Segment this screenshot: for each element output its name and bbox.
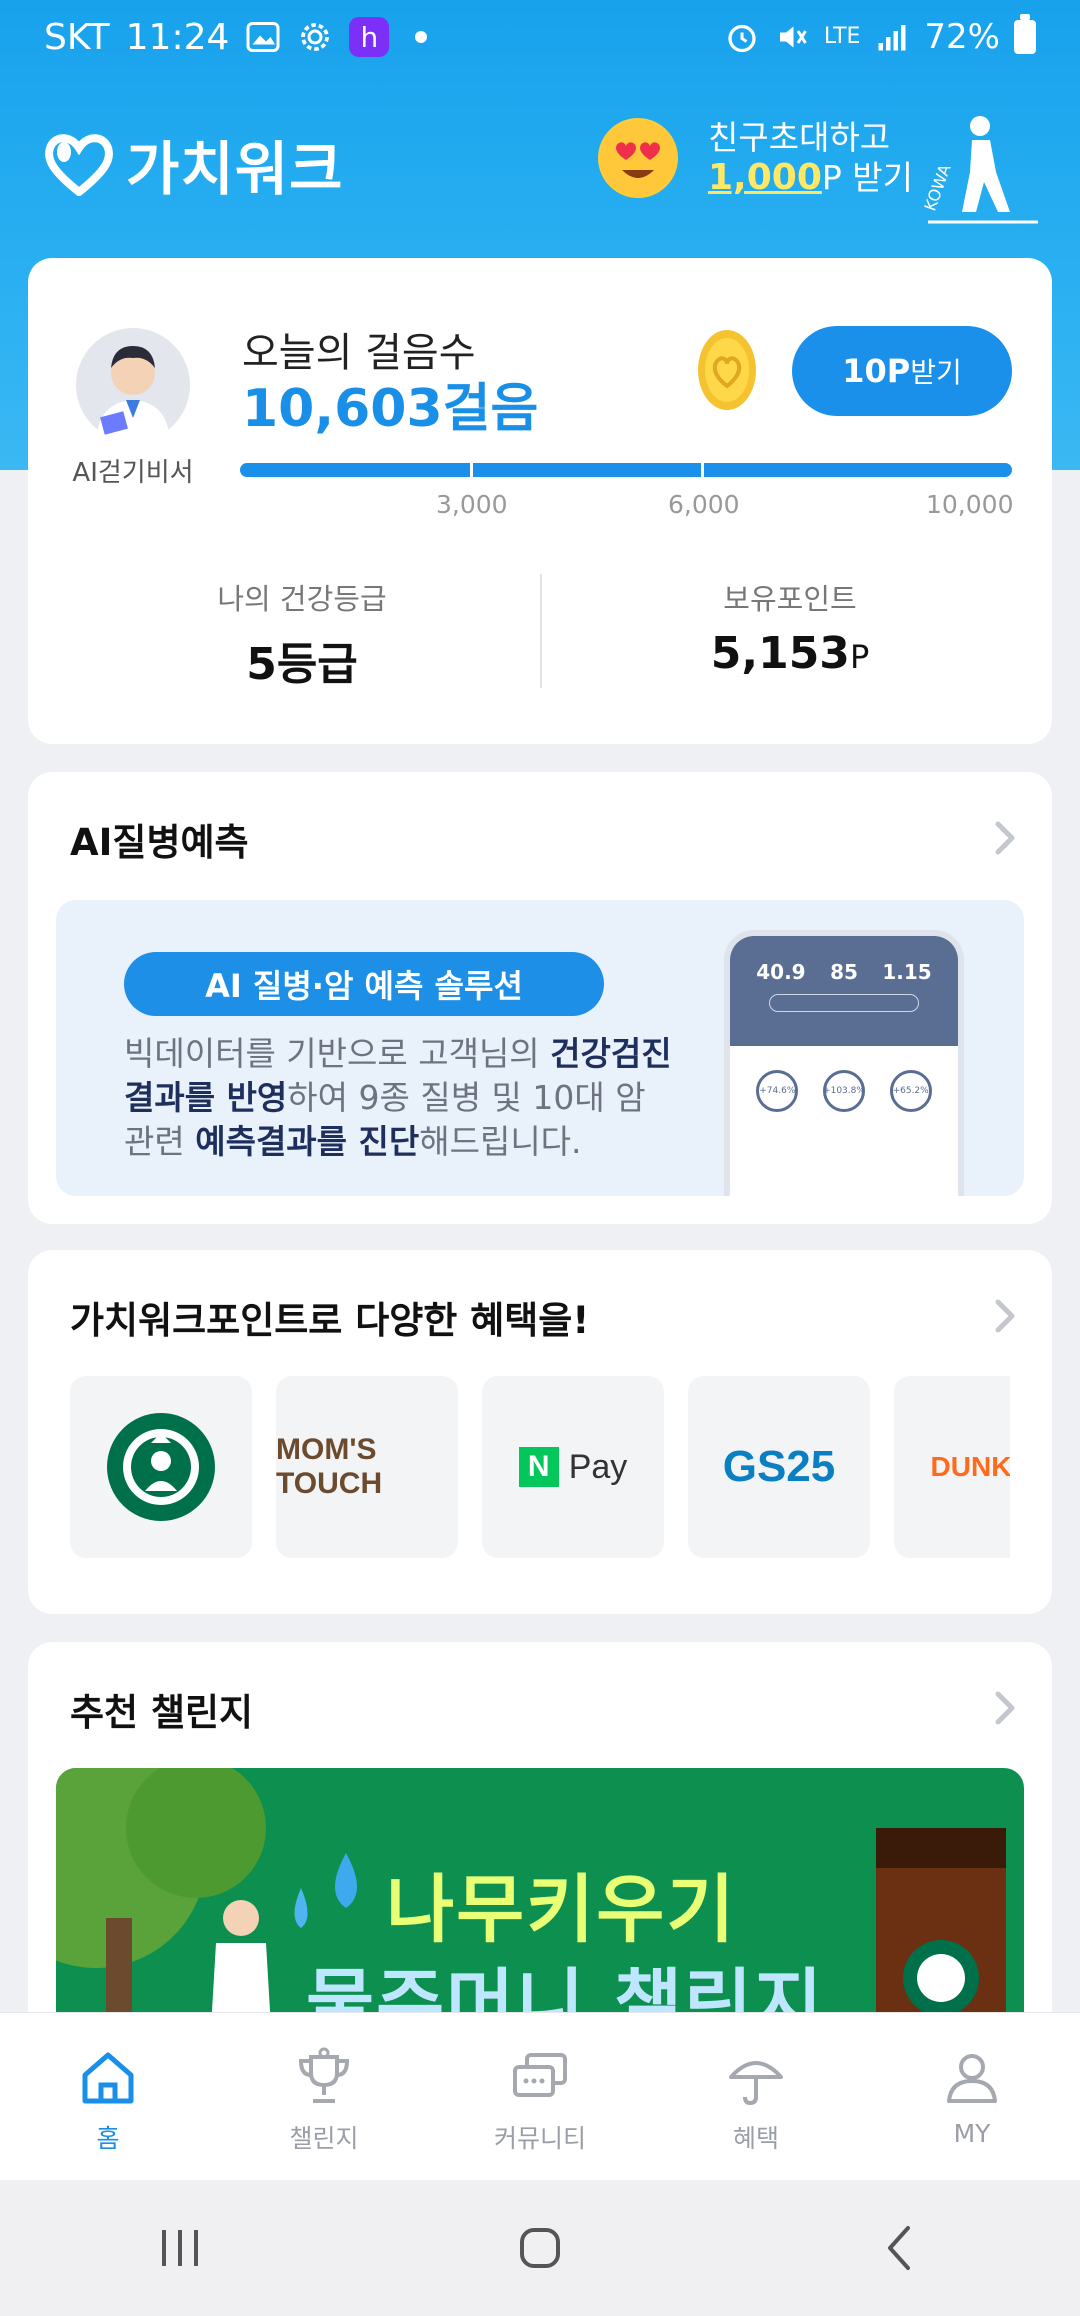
carrier: SKT — [44, 16, 110, 58]
steps-value: 10,603걸음 — [242, 379, 539, 439]
back-icon[interactable] — [870, 2218, 930, 2278]
steps-card: AI걷기비서 오늘의 걸음수 10,603걸음 10P 받기 3,000 6,00… — [28, 258, 1052, 744]
brand-starbucks[interactable] — [70, 1376, 252, 1558]
phone-mockup: 40.9 85 1.15 +74.6% +103.8% +65.2% — [724, 930, 964, 1196]
user-profile-icon — [947, 2054, 997, 2103]
alarm-icon — [728, 24, 756, 53]
nav-home-label: 홈 — [96, 2124, 120, 2153]
app-title: 가치워크 — [126, 135, 344, 203]
benefits-card-title: 가치워크포인트로 다양한 혜택을! — [70, 1299, 590, 1342]
invite-text: 친구초대하고 1,000P 받기 — [708, 118, 913, 198]
settings-gear-icon — [301, 23, 330, 51]
chevron-right-icon[interactable] — [984, 1688, 1024, 1728]
brand-dunkin[interactable]: DUNKIN — [894, 1376, 1010, 1558]
progress-tick — [701, 463, 704, 477]
ai-assistant-label: AI걷기비서 — [72, 458, 194, 488]
invite-amount: 1,000 — [708, 157, 822, 198]
app-logo[interactable]: 가치워크 — [44, 122, 343, 206]
heart-eyes-emoji-icon — [598, 118, 678, 198]
recent-apps-icon[interactable] — [150, 2218, 210, 2278]
brand-list: MOM'S TOUCH N Pay GS25 DUNKIN — [70, 1376, 1010, 1560]
home-icon — [82, 2052, 134, 2104]
chat-bubbles-icon — [513, 2053, 567, 2097]
trophy-icon — [298, 2047, 350, 2103]
invite-suffix: P 받기 — [821, 158, 913, 197]
battery-icon — [1014, 14, 1036, 54]
invite-banner[interactable]: 친구초대하고 1,000P 받기 — [598, 118, 913, 198]
invite-line1: 친구초대하고 — [708, 118, 891, 157]
health-grade-label: 나의 건강등급 — [217, 582, 387, 616]
nav-benefits-label: 혜택 — [732, 2124, 779, 2153]
svg-text:KOWA: KOWA — [920, 162, 954, 214]
claim-points-suffix: 받기 — [910, 356, 962, 389]
steps-progress-bar — [240, 463, 1012, 477]
clock: 11:24 — [125, 16, 230, 58]
ai-disease-prediction-card[interactable]: AI질병예측 AI 질병·암 예측 솔루션 빅데이터를 기반으로 고객님의 건강… — [28, 772, 1052, 1224]
points-balance-label: 보유포인트 — [723, 582, 857, 616]
nav-community[interactable]: 커뮤니티 — [432, 2013, 648, 2180]
nav-my-label: MY — [953, 2119, 991, 2148]
system-navigation-bar — [0, 2180, 1080, 2316]
health-grade-value: 5등급 — [246, 639, 358, 690]
nav-my[interactable]: MY — [864, 2013, 1080, 2180]
h-app-icon: h — [349, 17, 390, 57]
ai-card-title: AI질병예측 — [70, 821, 249, 864]
app-header: 가치워크 친구초대하고 1,000P 받기 KOWA — [0, 100, 1080, 250]
nav-challenge-label: 챌린지 — [289, 2124, 359, 2153]
brand-gs25[interactable]: GS25 — [688, 1376, 870, 1558]
heart-footprint-icon — [45, 134, 113, 196]
naver-n-icon: N — [518, 1447, 559, 1487]
claim-points-button[interactable]: 10P 받기 — [792, 326, 1012, 416]
notification-dot-icon — [415, 31, 428, 43]
home-button-icon[interactable] — [510, 2218, 570, 2278]
points-unit: P — [849, 638, 870, 676]
umbrella-icon — [729, 2061, 783, 2106]
ai-assistant-avatar[interactable] — [76, 328, 190, 442]
progress-tick — [470, 463, 473, 477]
nav-community-label: 커뮤니티 — [493, 2124, 586, 2153]
brand-moms-touch[interactable]: MOM'S TOUCH — [276, 1376, 458, 1558]
challenge-banner-line1: 나무키우기 — [386, 1867, 737, 1953]
nav-challenge[interactable]: 챌린지 — [216, 2013, 432, 2180]
benefits-card: 가치워크포인트로 다양한 혜택을! MOM'S TOUCH N Pay GS25… — [28, 1250, 1052, 1614]
tick-label-10000: 10,000 — [926, 490, 1014, 519]
claim-points-amount: 10P — [842, 352, 911, 390]
tick-label-6000: 6,000 — [668, 490, 740, 519]
ai-solution-pill: AI 질병·암 예측 솔루션 — [124, 952, 604, 1016]
chevron-right-icon[interactable] — [984, 818, 1024, 858]
point-coin-icon — [698, 330, 756, 410]
gallery-icon — [246, 22, 280, 52]
bottom-navigation: 홈 챌린지 커뮤니티 혜택 MY — [0, 2012, 1080, 2180]
lte-indicator: LTE — [823, 24, 861, 49]
ai-banner[interactable]: AI 질병·암 예측 솔루션 빅데이터를 기반으로 고객님의 건강검진 결과를 … — [56, 900, 1024, 1196]
brand-naver-pay[interactable]: N Pay — [482, 1376, 664, 1558]
mute-icon — [779, 26, 807, 48]
health-grade[interactable]: 나의 건강등급 5등급 — [52, 576, 552, 692]
nav-home[interactable]: 홈 — [0, 2013, 216, 2180]
nav-benefits[interactable]: 혜택 — [648, 2013, 864, 2180]
status-bar: SKT 11:24 h LTE 72% — [0, 0, 1080, 74]
walking-association-logo-icon: KOWA — [920, 116, 1038, 224]
battery-percent: 72% — [924, 17, 1000, 57]
starbucks-logo-icon — [107, 1413, 215, 1521]
challenge-card-title: 추천 챌린지 — [70, 1691, 254, 1734]
tick-label-3000: 3,000 — [436, 490, 508, 519]
chevron-right-icon[interactable] — [984, 1296, 1024, 1336]
points-balance[interactable]: 보유포인트 5,153P — [540, 576, 1040, 679]
ai-description: 빅데이터를 기반으로 고객님의 건강검진 결과를 반영하여 9종 질병 및 10… — [124, 1034, 672, 1161]
signal-icon — [878, 25, 906, 51]
points-balance-value: 5,153 — [710, 628, 850, 679]
